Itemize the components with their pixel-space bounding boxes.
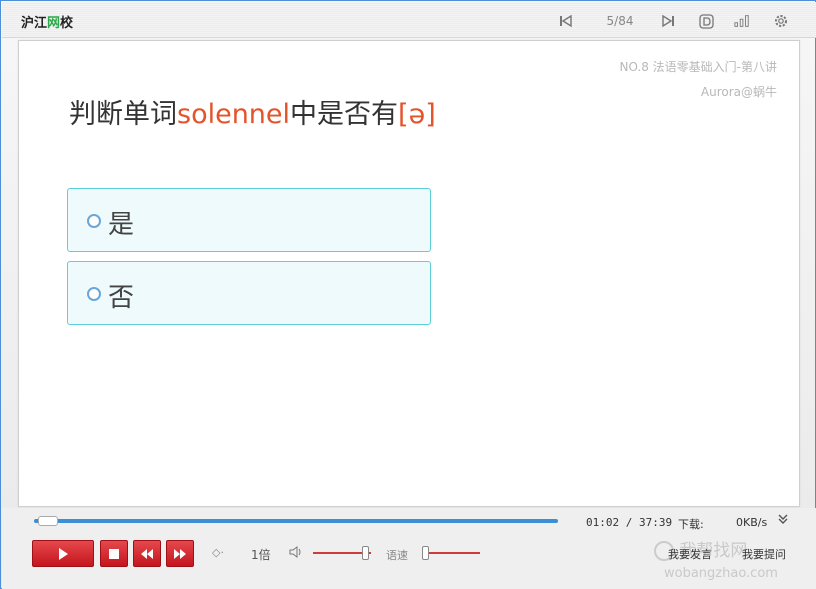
- progress-handle[interactable]: [38, 516, 58, 526]
- rate-handle[interactable]: [422, 546, 429, 560]
- top-toolbar: 沪江网校 5/84: [2, 2, 816, 38]
- option-no[interactable]: 否: [67, 261, 431, 325]
- chevron-down-icon[interactable]: [777, 513, 789, 528]
- teacher-name: Aurora@蜗牛: [700, 85, 777, 99]
- play-icon: [59, 547, 68, 560]
- skip-back-icon[interactable]: [558, 13, 574, 29]
- page-indicator: 5/84: [606, 14, 634, 28]
- target-phoneme: [ə]: [398, 99, 436, 130]
- gear-icon[interactable]: [773, 13, 789, 29]
- play-button[interactable]: [32, 540, 94, 567]
- fast-forward-icon: [174, 548, 186, 559]
- bookmark-diamond-icon[interactable]: ◇·: [212, 546, 224, 559]
- question-text: 判断单词solennel中是否有[ə]: [69, 99, 436, 130]
- option-label: 是: [108, 210, 135, 240]
- stop-button[interactable]: [100, 540, 128, 567]
- option-label: 否: [108, 283, 135, 313]
- course-title: NO.8 法语零基础入门-第八讲: [619, 60, 777, 74]
- option-yes[interactable]: 是: [67, 188, 431, 252]
- rewind-icon: [141, 548, 153, 559]
- download-speed: 0KB/s: [736, 516, 768, 529]
- course-meta: NO.8 法语零基础入门-第八讲 Aurora@蜗牛: [619, 55, 777, 105]
- player-window: 沪江网校 5/84 NO.8 法语零基础入门-第八讲 Aurora@蜗牛 判断单…: [0, 0, 816, 589]
- hujiang-logo: 沪江网校: [21, 16, 74, 31]
- lesson-slide: NO.8 法语零基础入门-第八讲 Aurora@蜗牛 判断单词solennel中…: [18, 40, 800, 507]
- playback-speed[interactable]: 1倍: [251, 546, 271, 563]
- radio-circle-icon[interactable]: [87, 214, 101, 228]
- d-icon[interactable]: [698, 13, 714, 29]
- watermark-url: wobangzhao.com: [664, 566, 778, 581]
- target-word: solennel: [177, 99, 291, 130]
- player-controls: 01:02 / 37:39 下载: 0KB/s ◇· 1倍 语速 我帮找网 wo…: [2, 508, 816, 589]
- ask-question-button[interactable]: 我要提问: [742, 546, 786, 562]
- stop-icon: [109, 548, 119, 559]
- download-label: 下载:: [678, 518, 704, 531]
- signal-bars-icon[interactable]: [734, 13, 750, 29]
- progress-bar[interactable]: [34, 519, 558, 523]
- time-readout: 01:02 / 37:39: [586, 516, 673, 529]
- radio-circle-icon[interactable]: [87, 287, 101, 301]
- rate-slider[interactable]: [422, 552, 480, 554]
- skip-forward-icon[interactable]: [660, 13, 676, 29]
- speak-button[interactable]: 我要发言: [668, 546, 712, 562]
- rate-label: 语速: [386, 549, 408, 562]
- fast-forward-button[interactable]: [166, 540, 194, 567]
- rewind-button[interactable]: [133, 540, 161, 567]
- progress-fill: [34, 519, 558, 523]
- volume-icon[interactable]: [289, 545, 303, 563]
- volume-handle[interactable]: [362, 546, 369, 560]
